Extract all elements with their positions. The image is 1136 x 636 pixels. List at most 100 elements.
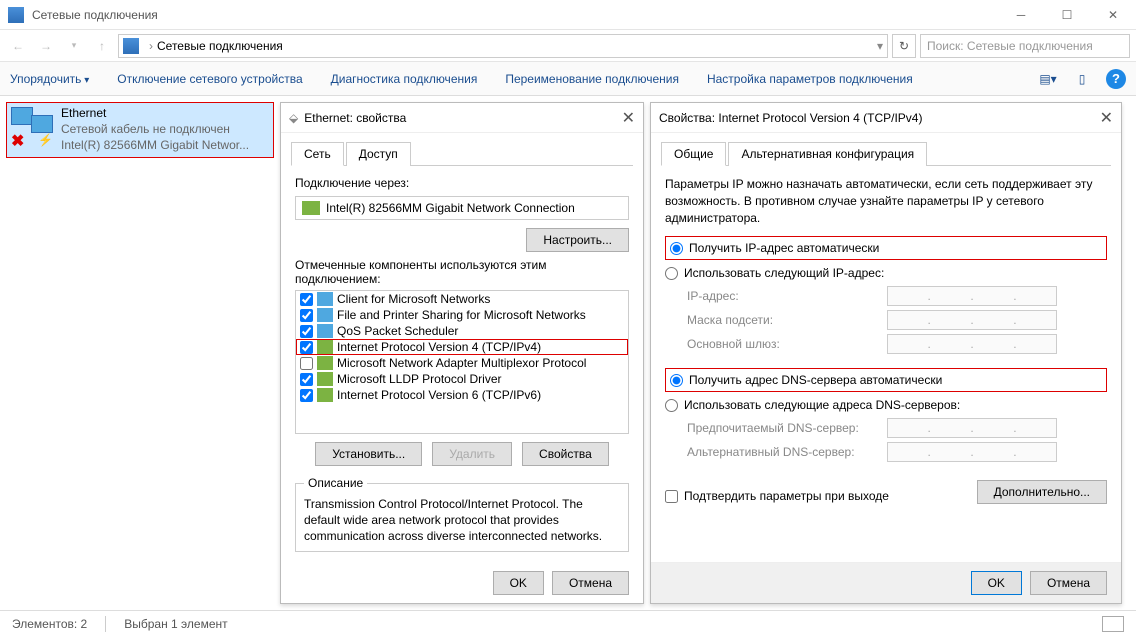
command-bar: Упорядочить Отключение сетевого устройст… xyxy=(0,62,1136,96)
component-row[interactable]: Client for Microsoft Networks xyxy=(296,291,628,307)
details-view-icon[interactable] xyxy=(1102,616,1124,632)
back-button[interactable]: ← xyxy=(6,34,30,58)
adapter-field[interactable]: Intel(R) 82566MM Gigabit Network Connect… xyxy=(295,196,629,220)
dialog-title: Ethernet: свойства xyxy=(304,111,406,125)
ok-button[interactable]: OK xyxy=(971,571,1022,595)
adapter-name: Intel(R) 82566MM Gigabit Network Connect… xyxy=(326,201,575,215)
description-title: Описание xyxy=(304,476,367,490)
component-icon xyxy=(317,356,333,370)
component-label: Microsoft LLDP Protocol Driver xyxy=(337,372,502,386)
close-icon[interactable]: ✕ xyxy=(622,108,635,128)
component-label: QoS Packet Scheduler xyxy=(337,324,458,338)
connection-name: Ethernet xyxy=(61,105,271,121)
mask-label: Маска подсети: xyxy=(687,313,887,327)
radio-ip-auto[interactable]: Получить IP-адрес автоматически xyxy=(670,239,1102,257)
breadcrumb[interactable]: › Сетевые подключения ▾ xyxy=(118,34,888,58)
component-icon xyxy=(317,292,333,306)
content-area: ✖ ⚡ Ethernet Сетевой кабель не подключен… xyxy=(0,96,1136,608)
radio-dns-manual[interactable]: Использовать следующие адреса DNS-сервер… xyxy=(665,396,1107,414)
disable-device-button[interactable]: Отключение сетевого устройства xyxy=(117,72,302,86)
close-button[interactable]: ✕ xyxy=(1090,0,1136,30)
cancel-button[interactable]: Отмена xyxy=(552,571,629,595)
gw-label: Основной шлюз: xyxy=(687,337,887,351)
ipv4-properties-dialog: Свойства: Internet Protocol Version 4 (T… xyxy=(650,102,1122,604)
ethernet-icon: ✖ ⚡ xyxy=(9,105,57,153)
view-menu[interactable]: ▤▾ xyxy=(1038,69,1058,89)
search-placeholder: Поиск: Сетевые подключения xyxy=(927,39,1093,53)
radio-ip-manual[interactable]: Использовать следующий IP-адрес: xyxy=(665,264,1107,282)
component-checkbox[interactable] xyxy=(300,389,313,402)
maximize-button[interactable]: ☐ xyxy=(1044,0,1090,30)
configure-button[interactable]: Настроить... xyxy=(526,228,629,252)
component-checkbox[interactable] xyxy=(300,341,313,354)
dns1-field: ... xyxy=(887,418,1057,438)
radio-dns-auto-input[interactable] xyxy=(670,374,683,387)
chevron-down-icon[interactable]: ▾ xyxy=(877,39,883,53)
component-icon xyxy=(317,308,333,322)
component-icon xyxy=(317,340,333,354)
components-list[interactable]: Client for Microsoft NetworksFile and Pr… xyxy=(295,290,629,434)
ok-button[interactable]: OK xyxy=(493,571,544,595)
component-row[interactable]: Microsoft LLDP Protocol Driver xyxy=(296,371,628,387)
ip-label: IP-адрес: xyxy=(687,289,887,303)
rename-button[interactable]: Переименование подключения xyxy=(505,72,679,86)
ip-field: ... xyxy=(887,286,1057,306)
properties-button[interactable]: Свойства xyxy=(522,442,609,466)
tab-alt-config[interactable]: Альтернативная конфигурация xyxy=(728,142,927,166)
component-row[interactable]: Internet Protocol Version 6 (TCP/IPv6) xyxy=(296,387,628,403)
component-checkbox[interactable] xyxy=(300,325,313,338)
component-icon xyxy=(317,324,333,338)
connection-item-ethernet[interactable]: ✖ ⚡ Ethernet Сетевой кабель не подключен… xyxy=(6,102,274,158)
window-title: Сетевые подключения xyxy=(32,8,158,22)
confirm-exit-checkbox[interactable]: Подтвердить параметры при выходе xyxy=(665,489,889,503)
settings-button[interactable]: Настройка параметров подключения xyxy=(707,72,913,86)
ethernet-properties-dialog: ⬙ Ethernet: свойства ✕ Сеть Доступ Подкл… xyxy=(280,102,644,604)
connection-status: Сетевой кабель не подключен xyxy=(61,121,271,137)
dns1-label: Предпочитаемый DNS-сервер: xyxy=(687,421,887,435)
component-row[interactable]: Internet Protocol Version 4 (TCP/IPv4) xyxy=(296,339,628,355)
close-icon[interactable]: ✕ xyxy=(1100,108,1113,128)
radio-ip-manual-input[interactable] xyxy=(665,267,678,280)
component-row[interactable]: Microsoft Network Adapter Multiplexor Pr… xyxy=(296,355,628,371)
radio-dns-manual-input[interactable] xyxy=(665,399,678,412)
component-checkbox[interactable] xyxy=(300,373,313,386)
radio-ip-auto-input[interactable] xyxy=(670,242,683,255)
organize-menu[interactable]: Упорядочить xyxy=(10,72,89,86)
minimize-button[interactable]: ─ xyxy=(998,0,1044,30)
error-x-icon: ✖ xyxy=(11,131,24,151)
uninstall-button[interactable]: Удалить xyxy=(432,442,512,466)
mask-field: ... xyxy=(887,310,1057,330)
dns2-label: Альтернативный DNS-сервер: xyxy=(687,445,887,459)
component-checkbox[interactable] xyxy=(300,309,313,322)
connect-via-label: Подключение через: xyxy=(295,176,629,190)
breadcrumb-text: Сетевые подключения xyxy=(157,39,283,53)
component-row[interactable]: QoS Packet Scheduler xyxy=(296,323,628,339)
tab-access[interactable]: Доступ xyxy=(346,142,411,166)
component-label: Client for Microsoft Networks xyxy=(337,292,490,306)
install-button[interactable]: Установить... xyxy=(315,442,422,466)
help-button[interactable]: ? xyxy=(1106,69,1126,89)
up-button[interactable]: ↑ xyxy=(90,34,114,58)
intro-text: Параметры IP можно назначать автоматичес… xyxy=(665,176,1107,226)
forward-button[interactable]: → xyxy=(34,34,58,58)
component-label: Internet Protocol Version 4 (TCP/IPv4) xyxy=(337,340,541,354)
radio-dns-auto[interactable]: Получить адрес DNS-сервера автоматически xyxy=(670,371,1102,389)
statusbar: Элементов: 2 Выбран 1 элемент xyxy=(0,610,1136,636)
component-row[interactable]: File and Printer Sharing for Microsoft N… xyxy=(296,307,628,323)
gw-field: ... xyxy=(887,334,1057,354)
cancel-button[interactable]: Отмена xyxy=(1030,571,1107,595)
search-input[interactable]: Поиск: Сетевые подключения xyxy=(920,34,1130,58)
component-checkbox[interactable] xyxy=(300,293,313,306)
tab-general[interactable]: Общие xyxy=(661,142,726,166)
diagnose-button[interactable]: Диагностика подключения xyxy=(331,72,478,86)
recent-dropdown[interactable]: ▾ xyxy=(62,34,86,58)
refresh-button[interactable]: ↻ xyxy=(892,34,916,58)
component-checkbox[interactable] xyxy=(300,357,313,370)
advanced-button[interactable]: Дополнительно... xyxy=(977,480,1107,504)
nic-icon xyxy=(302,201,320,215)
item-count: Элементов: 2 xyxy=(12,617,87,631)
preview-pane-toggle[interactable]: ▯ xyxy=(1072,69,1092,89)
tab-network[interactable]: Сеть xyxy=(291,142,344,166)
description-box: Описание Transmission Control Protocol/I… xyxy=(295,476,629,552)
confirm-exit-input[interactable] xyxy=(665,490,678,503)
